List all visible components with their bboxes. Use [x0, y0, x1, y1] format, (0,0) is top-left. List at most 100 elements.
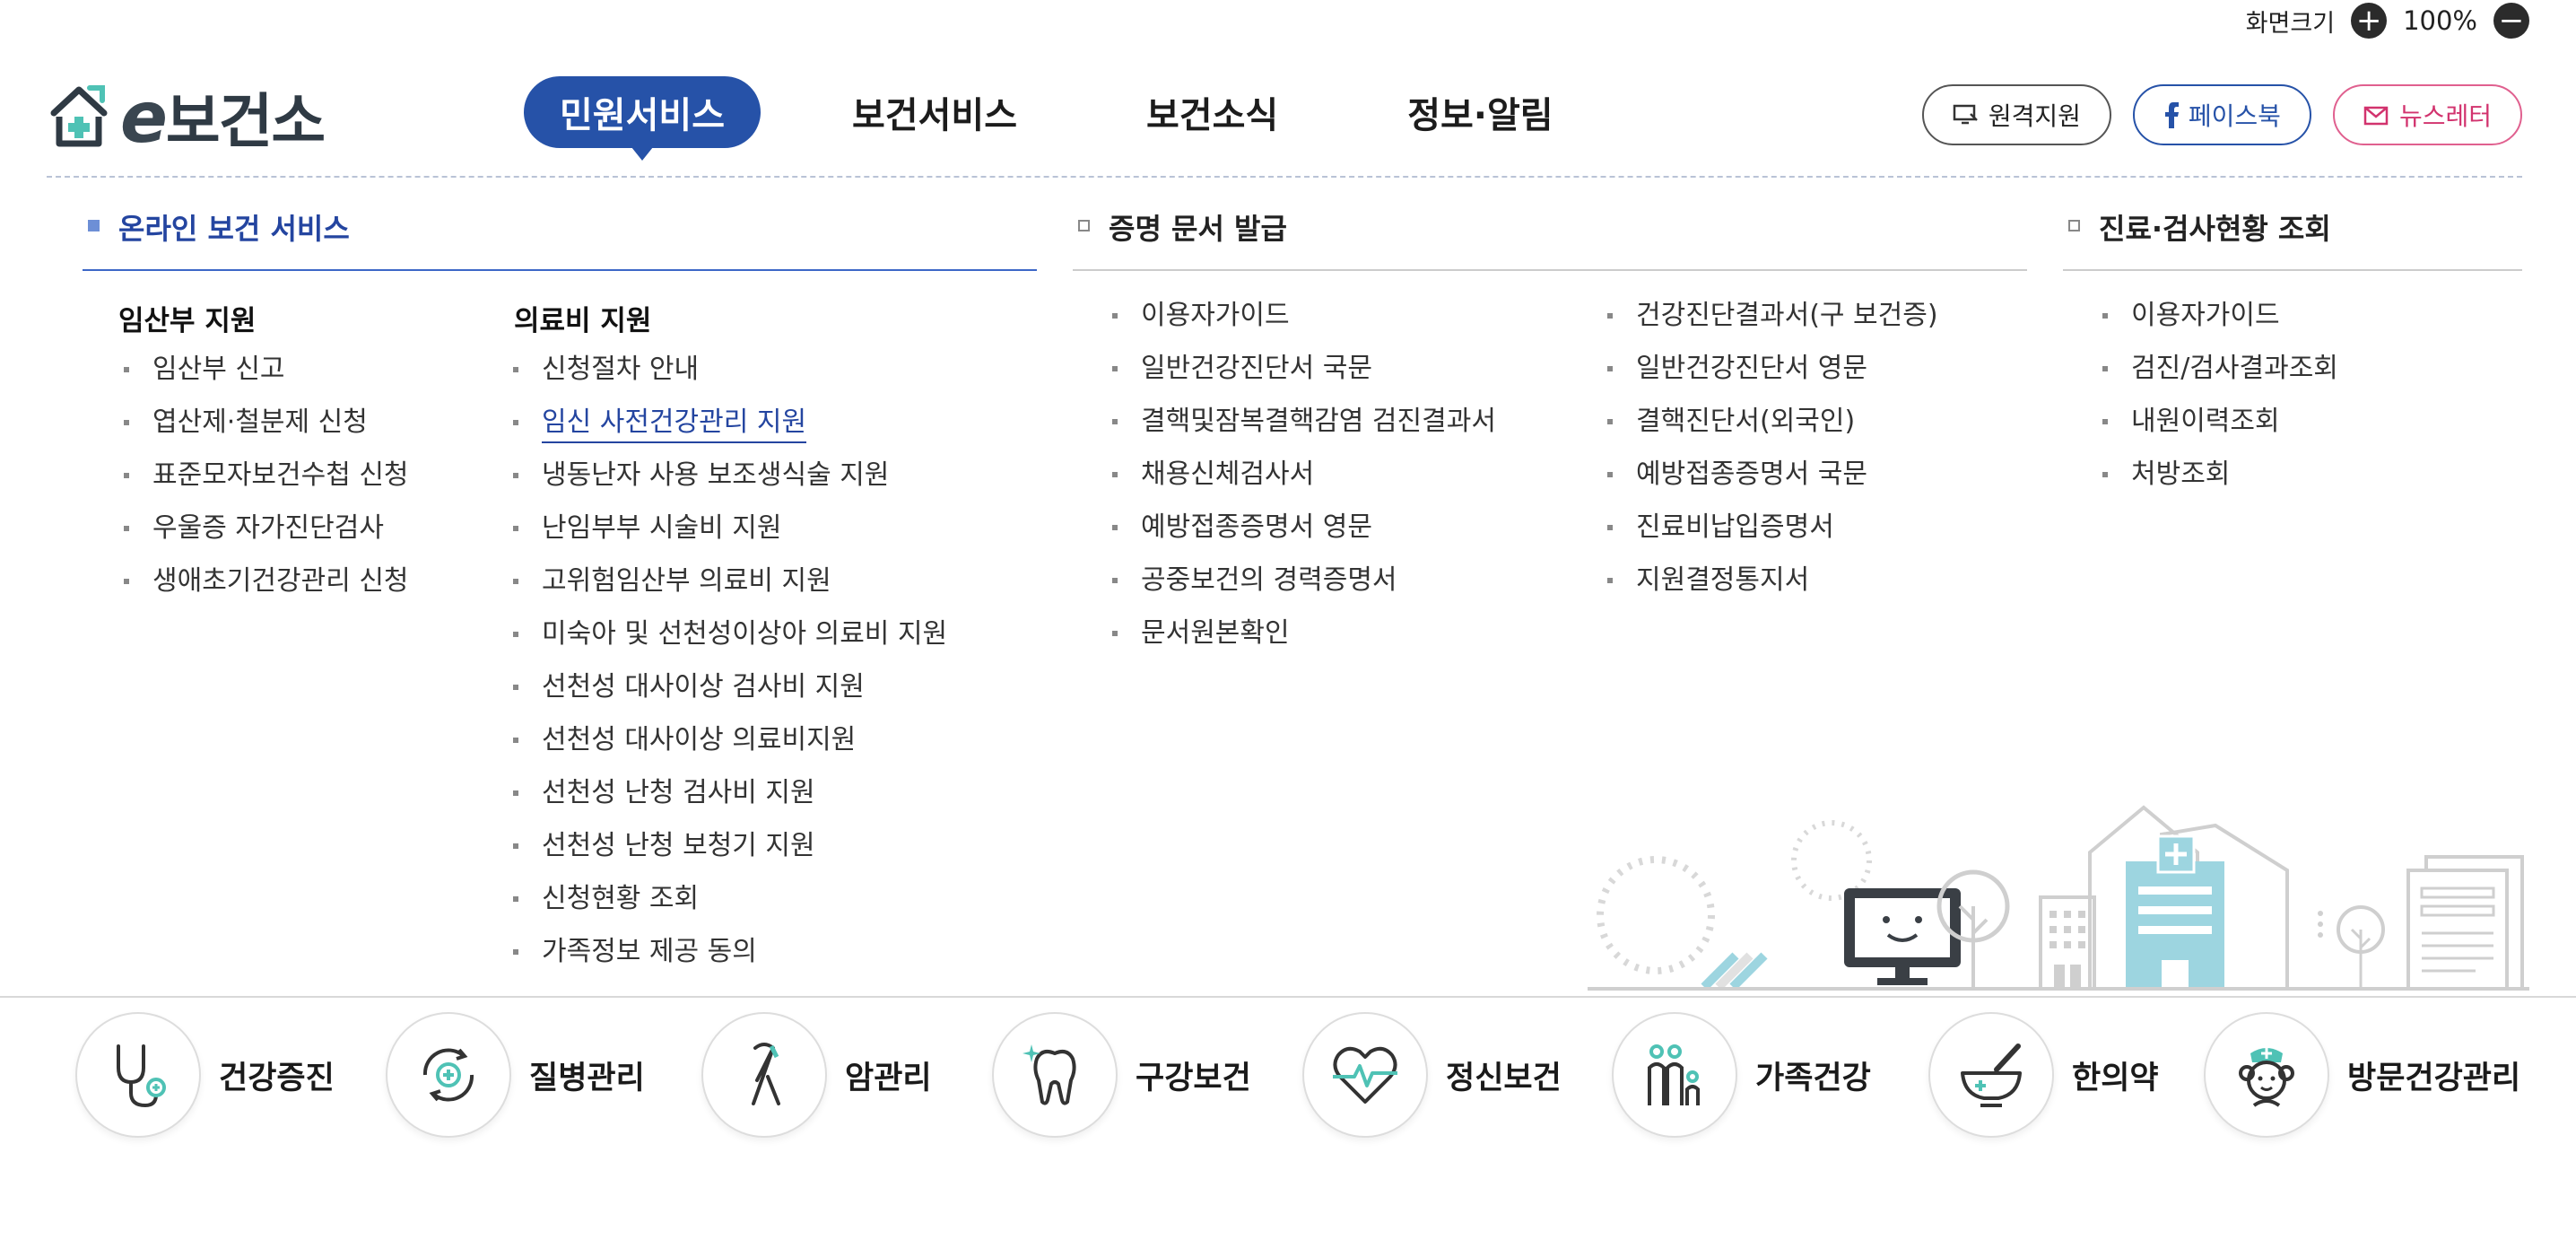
list-item[interactable]: 공중보건의 경력증명서	[1112, 564, 1496, 617]
quick-label: 질병관리	[529, 1060, 645, 1096]
quick-icon-circle	[386, 1012, 511, 1138]
quick-cancer-management[interactable]: 암관리	[701, 1012, 932, 1138]
list-item[interactable]: 냉동난자 사용 보조생식술 지원	[513, 459, 947, 512]
menu-title-online-health[interactable]: 온라인 보건 서비스	[83, 203, 1037, 271]
list-item[interactable]: 가족정보 제공 동의	[513, 936, 947, 989]
site-logo[interactable]: e보건소	[47, 74, 326, 160]
logo-text: e보건소	[120, 78, 326, 159]
quick-oral-health[interactable]: 구강보건	[992, 1012, 1251, 1138]
list-item[interactable]: 고위험임산부 의료비 지원	[513, 565, 947, 618]
list-item[interactable]: 우울증 자가진단검사	[124, 512, 409, 565]
quick-icon-circle	[75, 1012, 201, 1138]
list-item[interactable]: 신청절차 안내	[513, 354, 947, 406]
list-item[interactable]: 선천성 난청 보청기 지원	[513, 830, 947, 883]
house-plus-icon	[50, 85, 108, 147]
list-item[interactable]: 결핵및잠복결핵감염 검진결과서	[1112, 406, 1496, 458]
quick-icon-circle	[701, 1012, 827, 1138]
stethoscope-icon	[117, 1044, 166, 1108]
quick-label: 구강보건	[1136, 1060, 1251, 1096]
zoom-out-button[interactable]: −	[2493, 3, 2529, 39]
ribbon-icon	[752, 1043, 780, 1105]
list-item[interactable]: 임산부 신고	[124, 354, 409, 406]
quick-icon-circle	[1612, 1012, 1737, 1138]
list-item[interactable]: 일반건강진단서 영문	[1607, 353, 1938, 406]
certificates-list-b: 건강진단결과서(구 보건증) 일반건강진단서 영문 결핵진단서(외국인) 예방접…	[1607, 300, 1938, 617]
list-item[interactable]: 처방조회	[2102, 458, 2338, 511]
list-item[interactable]: 선천성 대사이상 검사비 지원	[513, 671, 947, 724]
header-buttons: 원격지원 페이스북 뉴스레터	[1921, 84, 2522, 145]
list-item[interactable]: 신청현황 조회	[513, 883, 947, 936]
nurse-icon	[2239, 1048, 2294, 1107]
nav-health-news[interactable]: 보건소식	[1110, 76, 1314, 148]
facebook-button[interactable]: 페이스북	[2132, 84, 2311, 145]
list-item[interactable]: 이용자가이드	[1112, 300, 1496, 353]
list-item[interactable]: 지원결정통지서	[1607, 564, 1938, 617]
list-item[interactable]: 진료비납입증명서	[1607, 511, 1938, 564]
list-item[interactable]: 난임부부 시술비 지원	[513, 512, 947, 565]
list-item[interactable]: 이용자가이드	[2102, 300, 2338, 353]
nav-health-services[interactable]: 보건서비스	[816, 76, 1053, 148]
nav-info-notice[interactable]: 정보·알림	[1371, 76, 1588, 148]
heart-pulse-icon	[1333, 1046, 1397, 1104]
quick-icon-circle	[1302, 1012, 1428, 1138]
quick-home-visit-care[interactable]: 방문건강관리	[2204, 1012, 2520, 1138]
records-list: 이용자가이드 검진/검사결과조회 내원이력조회 처방조회	[2102, 300, 2338, 511]
quick-disease-management[interactable]: 질병관리	[386, 1012, 645, 1138]
screen-size-controls: 화면크기 + 100% −	[2246, 0, 2529, 41]
quick-label: 암관리	[845, 1060, 932, 1096]
facebook-label: 페이스북	[2188, 101, 2281, 131]
list-item[interactable]: 표준모자보건수첩 신청	[124, 459, 409, 512]
quick-icon-circle	[992, 1012, 1118, 1138]
quick-family-health[interactable]: 가족건강	[1612, 1012, 1871, 1138]
remote-support-button[interactable]: 원격지원	[1921, 84, 2111, 145]
monitor-icon	[1953, 104, 1978, 125]
newsletter-label: 뉴스레터	[2398, 101, 2492, 131]
list-item[interactable]: 채용신체검사서	[1112, 458, 1496, 511]
quick-label: 정신보건	[1446, 1060, 1562, 1096]
list-item[interactable]: 예방접종증명서 영문	[1112, 511, 1496, 564]
quick-menu: 건강증진 질병관리 암관리 구강보건 정신보건 가족건강 한의약 방문건강관리	[0, 1012, 2576, 1147]
medical-support-list: 신청절차 안내 임신 사전건강관리 지원 냉동난자 사용 보조생식술 지원 난임…	[513, 354, 947, 989]
list-item[interactable]: 생애초기건강관리 신청	[124, 565, 409, 618]
list-item[interactable]: 엽산제·철분제 신청	[124, 406, 409, 459]
menu-title-records[interactable]: 진료·검사현황 조회	[2063, 203, 2522, 271]
list-item[interactable]: 내원이력조회	[2102, 406, 2338, 458]
nav-civil-services[interactable]: 민원서비스	[524, 76, 761, 161]
list-item[interactable]: 일반건강진단서 국문	[1112, 353, 1496, 406]
quick-label: 방문건강관리	[2347, 1060, 2521, 1096]
newsletter-button[interactable]: 뉴스레터	[2332, 84, 2522, 145]
list-item[interactable]: 선천성 난청 검사비 지원	[513, 777, 947, 830]
header-divider	[47, 176, 2522, 178]
list-item-active[interactable]: 임신 사전건강관리 지원	[513, 406, 947, 459]
quick-korean-medicine[interactable]: 한의약	[1928, 1012, 2159, 1138]
list-item[interactable]: 미숙아 및 선천성이상아 의료비 지원	[513, 618, 947, 671]
list-item[interactable]: 선천성 대사이상 의료비지원	[513, 724, 947, 777]
subhead-pregnancy-support: 임산부 지원	[118, 305, 257, 337]
quick-label: 한의약	[2072, 1060, 2159, 1096]
list-item[interactable]: 문서원본확인	[1112, 617, 1496, 670]
screen-size-label: 화면크기	[2245, 9, 2336, 38]
pregnancy-support-list: 임산부 신고 엽산제·철분제 신청 표준모자보건수첩 신청 우울증 자가진단검사…	[124, 354, 409, 618]
family-icon	[1648, 1044, 1700, 1105]
square-bullet-icon	[88, 220, 100, 231]
quick-icon-circle	[1928, 1012, 2054, 1138]
zoom-in-button[interactable]: +	[2351, 3, 2388, 39]
list-item[interactable]: 예방접종증명서 국문	[1607, 458, 1938, 511]
disease-management-icon	[422, 1048, 474, 1102]
facebook-icon	[2164, 102, 2179, 128]
square-bullet-icon	[1078, 220, 1090, 231]
list-item[interactable]: 건강진단결과서(구 보건증)	[1607, 300, 1938, 353]
subhead-medical-support: 의료비 지원	[514, 305, 652, 337]
remote-support-label: 원격지원	[1988, 101, 2081, 131]
quick-icon-circle	[2204, 1012, 2329, 1138]
menu-title-certificates[interactable]: 증명 문서 발급	[1073, 203, 2027, 271]
list-item[interactable]: 검진/검사결과조회	[2102, 353, 2338, 406]
zoom-level: 100%	[2403, 5, 2477, 36]
quick-menu-divider	[0, 996, 2576, 998]
quick-label: 건강증진	[219, 1060, 335, 1096]
quick-health-promotion[interactable]: 건강증진	[75, 1012, 335, 1138]
mortar-pestle-icon	[1961, 1044, 2022, 1107]
quick-mental-health[interactable]: 정신보건	[1302, 1012, 1562, 1138]
list-item[interactable]: 결핵진단서(외국인)	[1607, 406, 1938, 458]
main-navigation: 민원서비스 보건서비스 보건소식 정보·알림	[524, 76, 1647, 161]
